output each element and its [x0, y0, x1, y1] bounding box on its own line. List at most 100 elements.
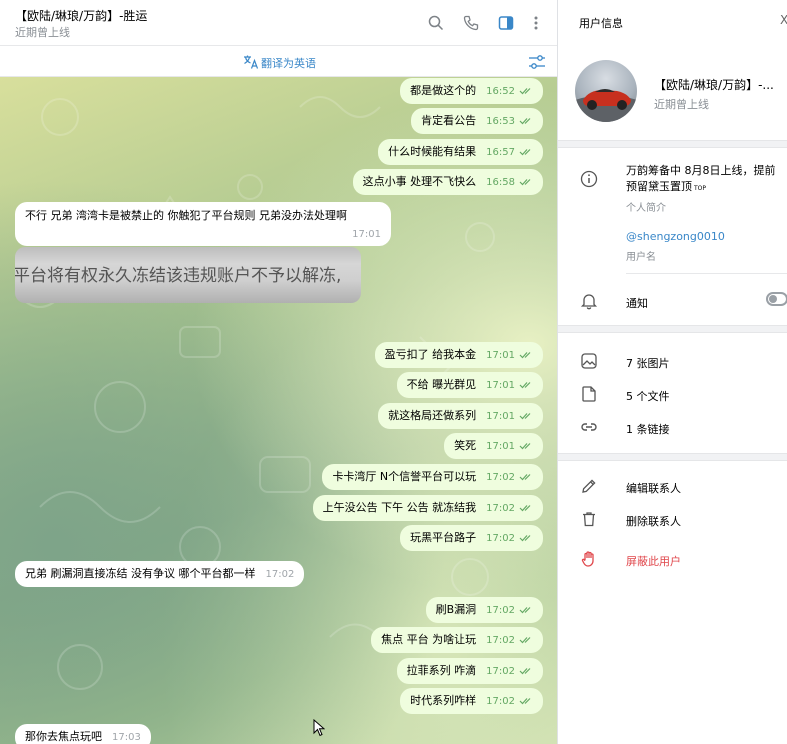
- read-check-icon: [519, 474, 531, 481]
- avatar[interactable]: [575, 60, 637, 122]
- message-text: 盈亏扣了 给我本金: [384, 348, 477, 361]
- close-panel-button[interactable]: X: [780, 13, 787, 27]
- notifications-toggle[interactable]: [766, 292, 787, 306]
- shared-files[interactable]: 5 个文件: [626, 388, 670, 404]
- trash-icon: [580, 510, 598, 528]
- read-check-icon: [519, 413, 531, 420]
- section-divider: [558, 453, 787, 461]
- link-icon: [580, 418, 598, 436]
- more-icon[interactable]: [525, 12, 547, 34]
- message-text: 拉菲系列 咋滴: [406, 664, 477, 677]
- read-check-icon: [519, 698, 531, 705]
- translate-icon: [243, 54, 259, 73]
- outgoing-message[interactable]: 玩黑平台路子 17:02: [400, 525, 543, 551]
- outgoing-message[interactable]: 不给 曝光群见 17:01: [396, 372, 543, 398]
- outgoing-message[interactable]: 时代系列咋样 17:02: [400, 688, 543, 714]
- translate-settings-icon[interactable]: [528, 54, 546, 73]
- section-divider: [558, 325, 787, 333]
- incoming-message[interactable]: 兄弟 刷漏洞直接冻结 没有争议 哪个平台都一样 17:02: [15, 561, 305, 587]
- message-text: 肯定看公告: [421, 114, 477, 127]
- message-time: 16:53: [486, 116, 515, 127]
- phone-icon[interactable]: [460, 12, 482, 34]
- delete-contact-button[interactable]: 删除联系人: [626, 513, 681, 529]
- message-list[interactable]: 都是做这个的 16:52 肯定看公告 16:53 什么时候能有结果 16:57 这点小事 处…: [0, 77, 557, 744]
- message-text: 焦点 平台 为啥让玩: [381, 633, 477, 646]
- read-check-icon: [519, 118, 531, 125]
- outgoing-message[interactable]: 卡卡湾厅 N个信誉平台可以玩 17:02: [322, 464, 543, 490]
- message-time: 16:58: [486, 177, 515, 188]
- sidebar-toggle-icon[interactable]: [495, 12, 517, 34]
- search-icon[interactable]: [425, 12, 447, 34]
- pencil-icon: [580, 477, 598, 495]
- outgoing-message[interactable]: 盈亏扣了 给我本金 17:01: [374, 342, 543, 368]
- outgoing-message[interactable]: 刷B漏洞 17:02: [425, 597, 543, 623]
- contact-status: 近期曾上线: [654, 98, 709, 111]
- message-time: 17:02: [486, 696, 515, 707]
- message-text: 笑死: [454, 439, 477, 452]
- outgoing-message[interactable]: 上午没公告 下午 公告 就冻结我 17:02: [312, 495, 543, 521]
- edit-contact-button[interactable]: 编辑联系人: [626, 480, 681, 496]
- chat-pane: 【欧陆/琳琅/万韵】-胜运 近期曾上线 翻译为英语 都是做这个的 16:52 肯…: [0, 0, 558, 744]
- outgoing-message[interactable]: 肯定看公告 16:53: [411, 108, 543, 134]
- read-check-icon: [519, 668, 531, 675]
- outgoing-message[interactable]: 焦点 平台 为啥让玩 17:02: [371, 627, 543, 653]
- read-check-icon: [519, 505, 531, 512]
- message-text: 不给 曝光群见: [406, 378, 477, 391]
- message-time: 17:01: [486, 350, 515, 361]
- message-time: 16:57: [486, 147, 515, 158]
- block-user-button[interactable]: 屏蔽此用户: [626, 553, 681, 569]
- outgoing-message[interactable]: 都是做这个的 16:52: [400, 78, 543, 104]
- translate-bar[interactable]: 翻译为英语: [0, 47, 557, 77]
- chat-header: 【欧陆/琳琅/万韵】-胜运 近期曾上线: [0, 0, 557, 46]
- read-check-icon: [519, 382, 531, 389]
- blurred-screenshot: 平台将有权永久冻结该违规账户不予以解冻,: [15, 247, 361, 303]
- username-label: 用户名: [626, 252, 656, 263]
- message-text: 那你去焦点玩吧: [25, 730, 102, 743]
- message-time: 17:02: [486, 503, 515, 514]
- message-time: 17:03: [112, 732, 141, 743]
- hand-block-icon: [580, 550, 598, 568]
- message-text: 什么时候能有结果: [388, 145, 477, 158]
- message-text: 不行 兄弟 湾湾卡是被禁止的 你触犯了平台规则 兄弟没办法处理啊: [25, 209, 347, 222]
- read-check-icon: [519, 88, 531, 95]
- message-time: 17:02: [486, 666, 515, 677]
- message-text: 时代系列咋样: [410, 694, 477, 707]
- message-time: 17:01: [486, 380, 515, 391]
- message-text: 都是做这个的: [410, 84, 477, 97]
- outgoing-message[interactable]: 就这格局还做系列 17:01: [378, 403, 543, 429]
- message-text: 这点小事 处理不飞快么: [362, 175, 477, 188]
- incoming-message[interactable]: 不行 兄弟 湾湾卡是被禁止的 你触犯了平台规则 兄弟没办法处理啊 17:01: [15, 202, 391, 246]
- message-time: 17:02: [486, 635, 515, 646]
- top-badge: TOP: [694, 185, 707, 192]
- section-divider: [558, 140, 787, 148]
- row-divider: [626, 273, 787, 274]
- read-check-icon: [519, 535, 531, 542]
- incoming-message[interactable]: 那你去焦点玩吧 17:03: [15, 724, 151, 744]
- blurred-text: 平台将有权永久冻结该违规账户不予以解冻,: [15, 266, 342, 286]
- message-time: 17:02: [486, 472, 515, 483]
- panel-title: 用户信息: [579, 17, 623, 30]
- message-text: 上午没公告 下午 公告 就冻结我: [322, 501, 477, 514]
- shared-photos[interactable]: 7 张图片: [626, 355, 670, 371]
- message-time: 17:02: [486, 533, 515, 544]
- message-time: 17:01: [486, 411, 515, 422]
- message-time: 17:02: [486, 605, 515, 616]
- username-link[interactable]: @shengzong0010: [626, 230, 725, 243]
- contact-name: 【欧陆/琳琅/万韵】-...: [654, 78, 774, 92]
- outgoing-message[interactable]: 这点小事 处理不飞快么 16:58: [352, 169, 543, 195]
- read-check-icon: [519, 443, 531, 450]
- message-time: 17:01: [486, 441, 515, 452]
- translate-label[interactable]: 翻译为英语: [261, 55, 316, 71]
- read-check-icon: [519, 607, 531, 614]
- outgoing-message[interactable]: 笑死 17:01: [444, 433, 543, 459]
- outgoing-message[interactable]: 什么时候能有结果 16:57: [378, 139, 543, 165]
- read-check-icon: [519, 179, 531, 186]
- message-time: 17:02: [265, 569, 295, 580]
- outgoing-message[interactable]: 拉菲系列 咋滴 17:02: [396, 658, 543, 684]
- read-check-icon: [519, 149, 531, 156]
- message-time: 17:01: [352, 229, 381, 240]
- message-text: 玩黑平台路子: [410, 531, 477, 544]
- shared-links[interactable]: 1 条链接: [626, 421, 670, 437]
- chat-title[interactable]: 【欧陆/琳琅/万韵】-胜运: [15, 7, 147, 24]
- message-time: 16:52: [486, 86, 515, 97]
